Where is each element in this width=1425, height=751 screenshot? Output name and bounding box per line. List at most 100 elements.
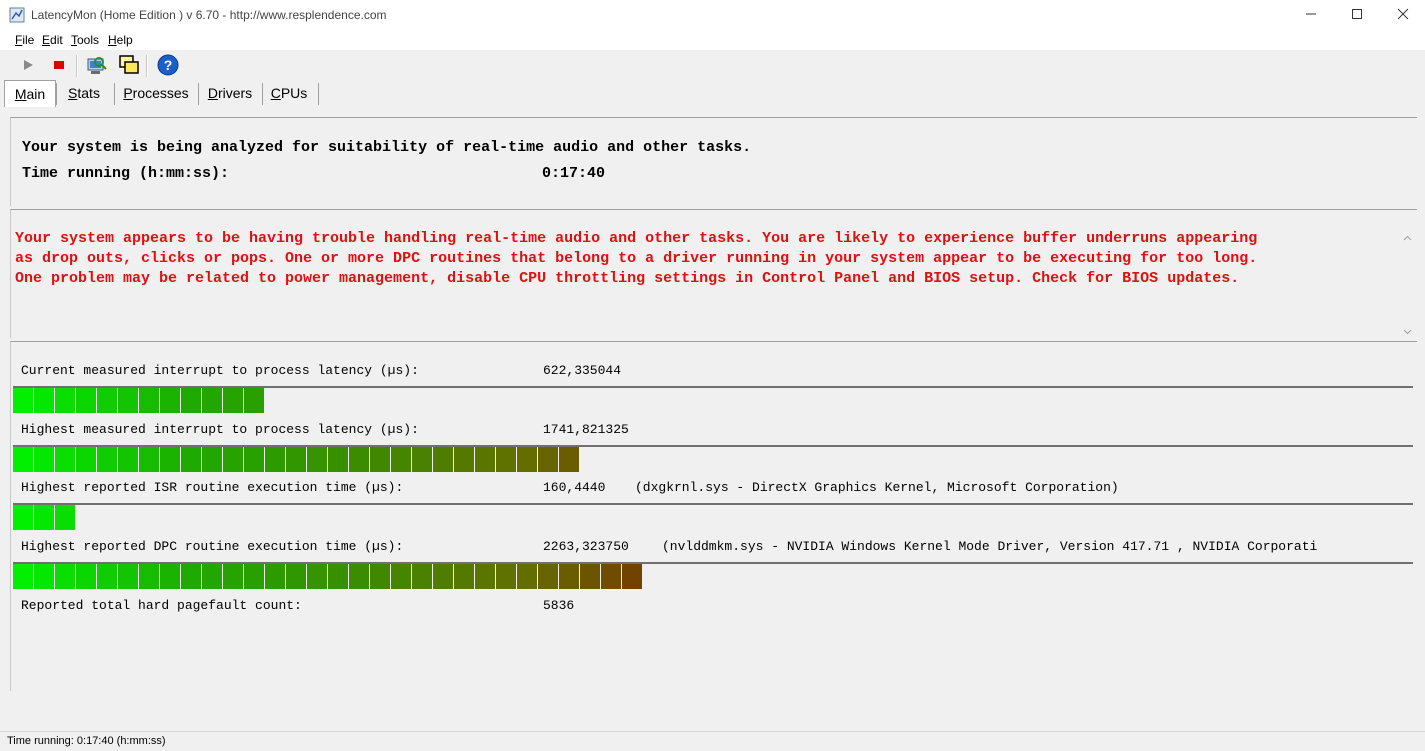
bar-segment bbox=[160, 447, 180, 472]
windows-button[interactable] bbox=[117, 54, 141, 78]
windows-icon bbox=[118, 54, 140, 79]
bar-segment bbox=[139, 388, 159, 413]
start-button[interactable] bbox=[16, 54, 40, 78]
bar-segment bbox=[328, 447, 348, 472]
bar-segment bbox=[160, 388, 180, 413]
tab-cpus[interactable]: C PUs bbox=[266, 81, 312, 105]
bar-fill bbox=[13, 505, 76, 531]
bar-segment bbox=[244, 564, 264, 589]
bar-segment bbox=[433, 447, 453, 472]
bar-segment bbox=[496, 447, 516, 472]
bar-segment bbox=[118, 388, 138, 413]
metric-value: 1741,821325 bbox=[543, 422, 629, 437]
bar-segment bbox=[601, 564, 621, 589]
bar-segment bbox=[202, 388, 222, 413]
stop-button[interactable] bbox=[47, 54, 71, 78]
bar-segment bbox=[307, 564, 327, 589]
menu-file[interactable]: File bbox=[15, 33, 34, 47]
tab-drivers[interactable]: Drivers bbox=[202, 81, 258, 105]
maximize-icon bbox=[1351, 8, 1363, 23]
bar-segment bbox=[370, 447, 390, 472]
help-button[interactable]: ? bbox=[156, 54, 180, 78]
bar-segment bbox=[559, 564, 579, 589]
pagefault-label: Reported total hard pagefault count: bbox=[21, 598, 302, 613]
metric-detail: (dxgkrnl.sys - DirectX Graphics Kernel, … bbox=[635, 480, 1119, 495]
bar-segment bbox=[517, 564, 537, 589]
close-icon bbox=[1397, 8, 1409, 23]
bar-segment bbox=[433, 564, 453, 589]
bar-segment bbox=[244, 388, 264, 413]
bar-segment bbox=[55, 564, 75, 589]
window-title: LatencyMon (Home Edition ) v 6.70 - http… bbox=[31, 8, 387, 22]
bar-segment bbox=[223, 447, 243, 472]
bar-segment bbox=[139, 564, 159, 589]
bar-segment bbox=[202, 447, 222, 472]
bar-segment bbox=[559, 447, 579, 472]
bar-segment bbox=[34, 447, 54, 472]
metric-detail: (nvlddmkm.sys - NVIDIA Windows Kernel Mo… bbox=[662, 539, 1318, 554]
app-icon bbox=[9, 7, 25, 23]
bar-segment bbox=[13, 388, 33, 413]
toolbar-separator bbox=[146, 55, 148, 77]
analyze-button[interactable] bbox=[85, 54, 109, 78]
message-scrollbar[interactable] bbox=[1400, 228, 1415, 336]
warning-line: as drop outs, clicks or pops. One or mor… bbox=[15, 250, 1258, 267]
bar-segment bbox=[538, 564, 558, 589]
bar-segment bbox=[391, 447, 411, 472]
bar-segment bbox=[496, 564, 516, 589]
toolbar-separator bbox=[76, 55, 78, 77]
maximize-button[interactable] bbox=[1334, 0, 1380, 30]
bar-segment bbox=[76, 564, 96, 589]
dpc-bar bbox=[13, 562, 1413, 590]
menu-help[interactable]: Help bbox=[108, 33, 133, 47]
metric-label: Highest measured interrupt to process la… bbox=[21, 422, 419, 437]
bar-segment bbox=[13, 447, 33, 472]
metric-value: 2263,323750 bbox=[543, 539, 629, 554]
stop-icon bbox=[52, 58, 66, 75]
bar-segment bbox=[580, 564, 600, 589]
menu-edit[interactable]: Edit bbox=[42, 33, 63, 47]
tab-separator bbox=[198, 83, 199, 105]
latency-bar bbox=[13, 445, 1413, 473]
scroll-up-icon[interactable] bbox=[1403, 230, 1412, 244]
bar-segment bbox=[13, 505, 33, 530]
bar-segment bbox=[349, 564, 369, 589]
summary-heading: Your system is being analyzed for suitab… bbox=[22, 139, 752, 156]
bar-segment bbox=[118, 564, 138, 589]
close-button[interactable] bbox=[1380, 0, 1425, 30]
warning-line: Your system appears to be having trouble… bbox=[15, 230, 1258, 247]
bar-segment bbox=[76, 447, 96, 472]
bar-segment bbox=[475, 564, 495, 589]
bar-segment bbox=[265, 564, 285, 589]
tab-separator bbox=[262, 83, 263, 105]
tab-stats[interactable]: Stats bbox=[59, 81, 109, 105]
bar-segment bbox=[454, 447, 474, 472]
bar-segment bbox=[391, 564, 411, 589]
bar-segment bbox=[286, 564, 306, 589]
bar-segment bbox=[55, 447, 75, 472]
minimize-button[interactable] bbox=[1288, 0, 1334, 30]
bar-segment bbox=[454, 564, 474, 589]
bar-segment bbox=[181, 447, 201, 472]
menu-tools[interactable]: Tools bbox=[71, 33, 99, 47]
metric-label: Highest reported DPC routine execution t… bbox=[21, 539, 404, 554]
tab-main[interactable]: Main bbox=[4, 80, 56, 107]
bar-segment bbox=[34, 505, 54, 530]
pagefault-value: 5836 bbox=[543, 598, 575, 613]
bar-segment bbox=[97, 447, 117, 472]
scroll-down-icon[interactable] bbox=[1403, 324, 1412, 338]
tab-processes[interactable]: Processes bbox=[118, 81, 194, 105]
help-icon: ? bbox=[157, 54, 179, 79]
warning-message: Your system appears to be having trouble… bbox=[15, 229, 1257, 289]
bar-segment bbox=[181, 388, 201, 413]
bar-segment bbox=[328, 564, 348, 589]
menu-bar bbox=[0, 30, 1425, 50]
bar-segment bbox=[97, 388, 117, 413]
bar-segment bbox=[622, 564, 642, 589]
tab-separator bbox=[114, 83, 115, 105]
bar-segment bbox=[265, 447, 285, 472]
metric-value: 622,335044 bbox=[543, 363, 622, 378]
bar-segment bbox=[202, 564, 222, 589]
bar-segment bbox=[349, 447, 369, 472]
tab-separator bbox=[318, 83, 319, 105]
